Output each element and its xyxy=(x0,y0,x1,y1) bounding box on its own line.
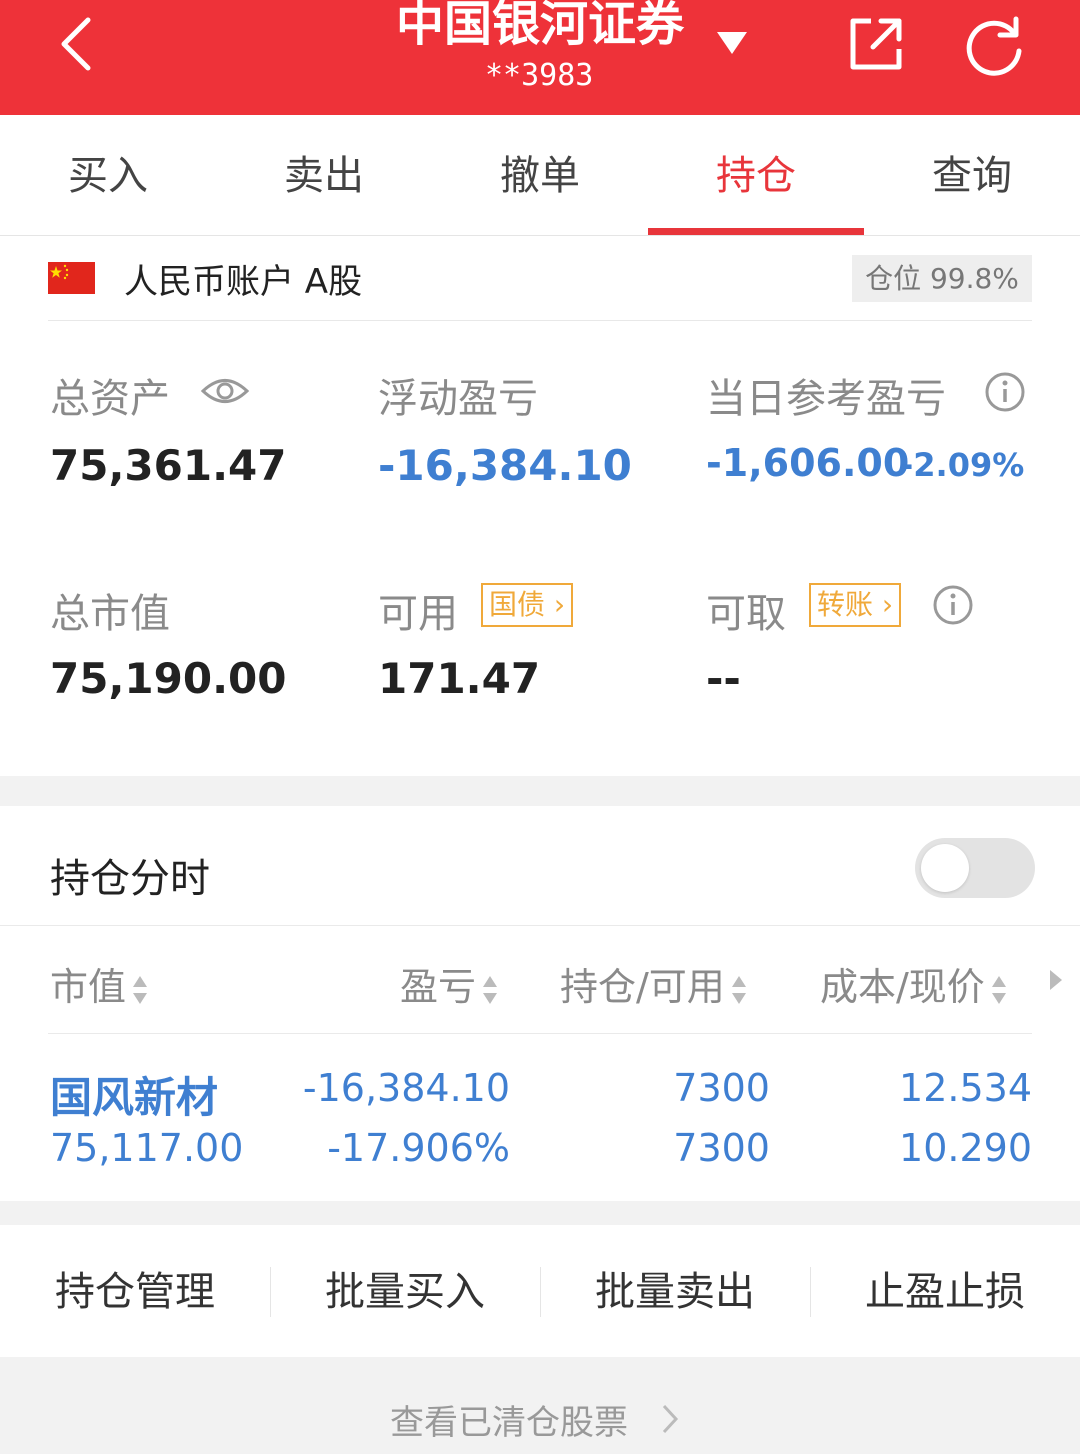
treasury-bond-link[interactable]: 国债 › xyxy=(481,583,574,627)
column-label: 市值 xyxy=(50,965,127,1009)
total-assets-value: 75,361.47 xyxy=(50,441,287,490)
footer: 查看已清仓股票 xyxy=(0,1357,1080,1454)
column-market-value[interactable]: 市值 xyxy=(50,956,148,1011)
asset-summary-card: 人民币账户 A股 仓位 99.8% 总资产 75,361.47 浮动盈亏 -16… xyxy=(0,236,1080,776)
treasury-bond-label: 国债 xyxy=(489,588,546,621)
stop-profit-loss-button[interactable]: 止盈止损 xyxy=(810,1225,1080,1357)
daily-pl-percent: -2.09% xyxy=(900,446,1025,484)
withdrawable-value: -- xyxy=(706,654,741,703)
daily-pl-value: -1,606.00 xyxy=(706,441,910,485)
transfer-link[interactable]: 转账 › xyxy=(809,583,902,627)
divider xyxy=(48,1033,1032,1034)
china-flag-icon xyxy=(48,262,95,294)
stock-position: 7300 xyxy=(673,1066,770,1110)
tab-buy[interactable]: 买入 xyxy=(0,115,216,235)
refresh-icon[interactable] xyxy=(962,13,1028,79)
batch-sell-button[interactable]: 批量卖出 xyxy=(540,1225,810,1357)
holdings-card: 持仓分时 市值 盈亏 持仓/可用 成本/现价 国风新材 75,117.00 -1… xyxy=(0,806,1080,1201)
column-label: 持仓/可用 xyxy=(560,965,725,1009)
market-value-value: 75,190.00 xyxy=(50,654,287,703)
tab-holdings[interactable]: 持仓 xyxy=(648,115,864,235)
manage-holdings-button[interactable]: 持仓管理 xyxy=(0,1225,270,1357)
eye-icon[interactable] xyxy=(200,374,250,408)
column-label: 盈亏 xyxy=(400,965,477,1009)
market-value-label: 总市值 xyxy=(50,591,170,637)
broker-title[interactable]: 中国银河证券 xyxy=(385,0,695,54)
total-assets-label: 总资产 xyxy=(50,376,170,422)
app-header: 中国银河证券 **3983 xyxy=(0,0,1080,115)
column-pl[interactable]: 盈亏 xyxy=(400,956,498,1011)
transfer-label: 转账 xyxy=(817,588,874,621)
floating-pl-label: 浮动盈亏 xyxy=(378,376,538,422)
stock-available: 7300 xyxy=(673,1126,770,1170)
trade-tabs: 买入 卖出 撤单 持仓 查询 xyxy=(0,115,1080,236)
account-number[interactable]: **3983 xyxy=(485,58,593,93)
position-ratio-badge: 仓位 99.8% xyxy=(852,255,1032,302)
toggle-knob xyxy=(921,844,969,892)
account-type-label[interactable]: 人民币账户 A股 xyxy=(124,254,362,303)
column-label: 成本/现价 xyxy=(820,965,985,1009)
tab-query[interactable]: 查询 xyxy=(864,115,1080,235)
action-bar: 持仓管理 批量买入 批量卖出 止盈止损 xyxy=(0,1225,1080,1357)
info-icon[interactable] xyxy=(932,584,974,626)
column-cost-price[interactable]: 成本/现价 xyxy=(820,956,1007,1011)
stock-cost: 12.534 xyxy=(899,1066,1032,1110)
tab-cancel[interactable]: 撤单 xyxy=(432,115,648,235)
tab-sell[interactable]: 卖出 xyxy=(216,115,432,235)
available-value: 171.47 xyxy=(378,654,541,703)
daily-pl-label: 当日参考盈亏 xyxy=(706,376,946,422)
stock-pl-percent: -17.906% xyxy=(327,1126,510,1170)
sort-icon xyxy=(133,975,148,1004)
stock-price: 10.290 xyxy=(899,1126,1032,1170)
available-label: 可用 xyxy=(378,591,458,637)
share-external-icon[interactable] xyxy=(845,13,907,75)
active-tab-indicator xyxy=(648,228,864,235)
chevron-down-icon[interactable] xyxy=(715,30,749,56)
intraday-label: 持仓分时 xyxy=(50,856,210,902)
scroll-right-icon[interactable] xyxy=(1048,968,1064,992)
divider xyxy=(0,925,1080,926)
info-icon[interactable] xyxy=(984,371,1026,413)
batch-buy-button[interactable]: 批量买入 xyxy=(270,1225,540,1357)
sort-icon xyxy=(991,975,1006,1004)
stock-pl: -16,384.10 xyxy=(302,1066,510,1110)
stock-name: 国风新材 xyxy=(50,1073,219,1122)
withdrawable-label: 可取 xyxy=(706,591,786,637)
column-position[interactable]: 持仓/可用 xyxy=(560,956,747,1011)
divider xyxy=(48,320,1032,321)
cleared-stocks-link[interactable]: 查看已清仓股票 xyxy=(390,1395,628,1444)
back-arrow-icon[interactable] xyxy=(52,14,102,74)
stock-market-value: 75,117.00 xyxy=(50,1126,244,1170)
chevron-right-icon[interactable] xyxy=(660,1403,680,1435)
sort-icon xyxy=(731,975,746,1004)
intraday-toggle[interactable] xyxy=(915,838,1035,898)
floating-pl-value: -16,384.10 xyxy=(378,441,632,490)
sort-icon xyxy=(483,975,498,1004)
